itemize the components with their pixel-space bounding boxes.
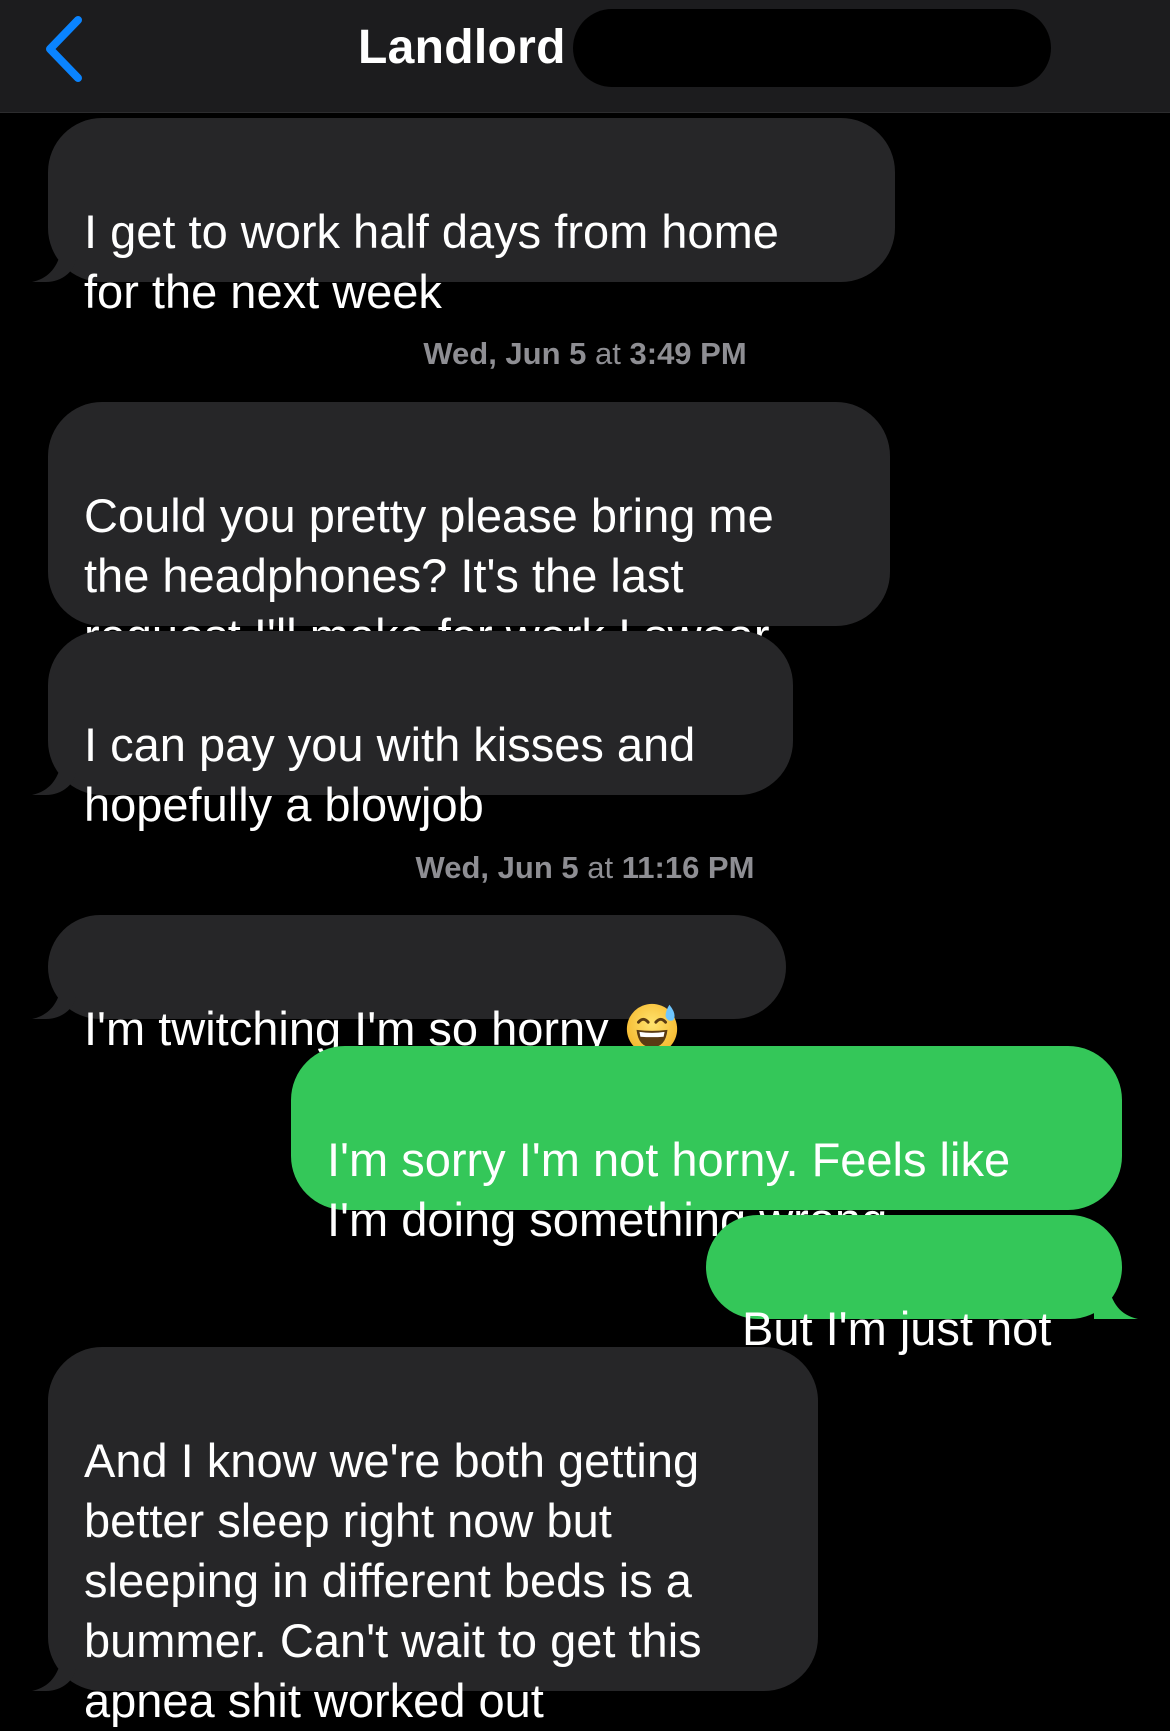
conversation-header: Landlord <box>0 0 1170 113</box>
timestamp-at: at <box>595 336 621 371</box>
message-text: But I'm just not <box>742 1302 1052 1355</box>
incoming-message-bubble[interactable]: I'm twitching I'm so horny <box>48 915 786 1055</box>
message-text: And I know we're both getting better sle… <box>84 1434 702 1727</box>
timestamp-time: 11:16 PM <box>621 850 755 885</box>
timestamp: Wed, Jun 5 at 11:16 PM <box>0 848 1170 888</box>
incoming-message-bubble[interactable]: Could you pretty please bring me the hea… <box>48 402 890 662</box>
timestamp-day: Wed, Jun 5 <box>423 336 587 371</box>
redaction-bar <box>573 9 1051 87</box>
chevron-left-icon <box>46 16 82 82</box>
incoming-message-bubble[interactable]: I can pay you with kisses and hopefully … <box>48 631 793 831</box>
incoming-message-bubble[interactable]: And I know we're both getting better sle… <box>48 1347 818 1727</box>
timestamp-time: 3:49 PM <box>629 336 747 371</box>
timestamp: Wed, Jun 5 at 3:49 PM <box>0 334 1170 374</box>
message-text: I get to work half days from home for th… <box>84 205 779 318</box>
back-button[interactable] <box>40 14 104 84</box>
contact-name[interactable]: Landlord <box>358 18 566 78</box>
timestamp-at: at <box>587 850 614 885</box>
outgoing-message-bubble[interactable]: I'm sorry I'm not horny. Feels like I'm … <box>291 1046 1122 1246</box>
message-text: I can pay you with kisses and hopefully … <box>84 718 696 831</box>
timestamp-day: Wed, Jun 5 <box>415 850 579 885</box>
incoming-message-bubble[interactable]: I get to work half days from home for th… <box>48 118 895 318</box>
outgoing-message-bubble[interactable]: But I'm just not <box>706 1215 1122 1355</box>
